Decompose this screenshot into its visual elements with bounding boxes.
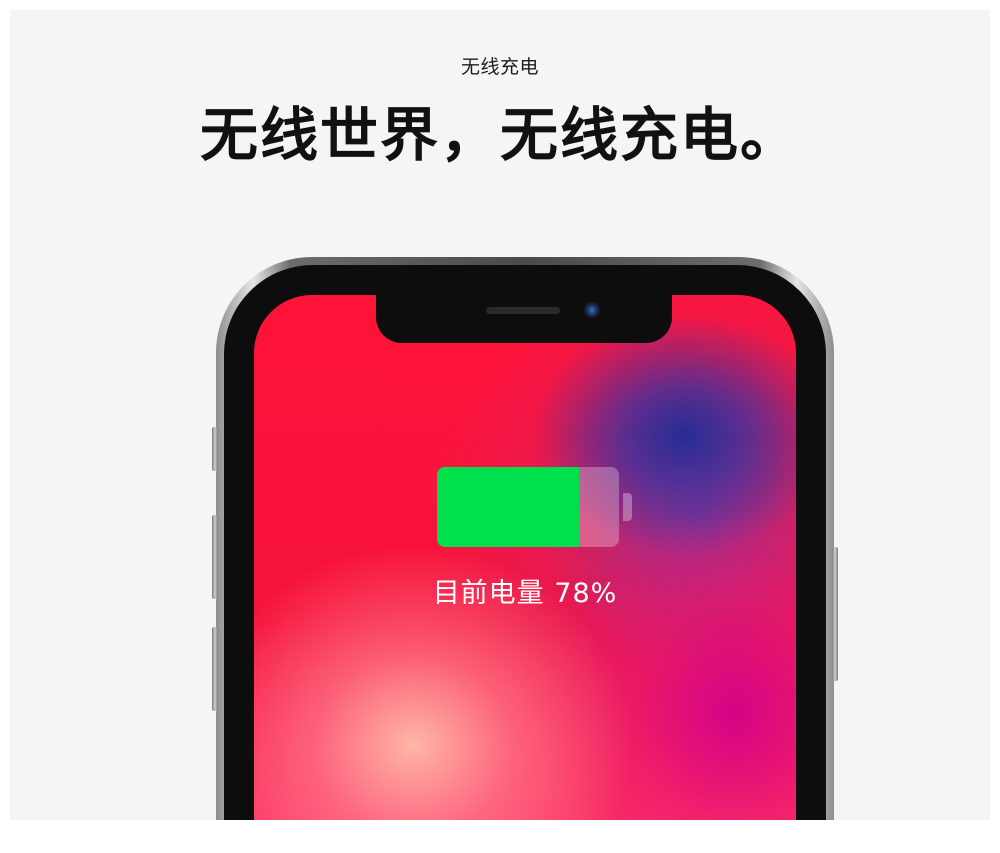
battery-terminal [623, 493, 632, 521]
speaker-grille [486, 307, 560, 314]
mute-switch [212, 427, 218, 471]
volume-down-button [212, 627, 218, 711]
section-eyebrow: 无线充电 [460, 56, 539, 78]
page: 无线充电 无线世界，无线充电。 目前电量 78% [0, 0, 1000, 853]
hero-panel: 无线充电 无线世界，无线充电。 目前电量 78% [10, 10, 990, 820]
battery-status-label: 目前电量 78% [432, 578, 618, 609]
volume-up-button [212, 515, 218, 599]
phone-screen: 目前电量 78% [254, 295, 796, 820]
battery-level-fill [437, 467, 579, 547]
battery-icon [437, 467, 619, 547]
phone-notch [376, 295, 672, 343]
phone-image: 目前电量 78% [212, 257, 838, 820]
page-title: 无线世界，无线充电。 [199, 101, 800, 169]
side-button [832, 547, 838, 681]
front-camera-icon [584, 302, 600, 318]
